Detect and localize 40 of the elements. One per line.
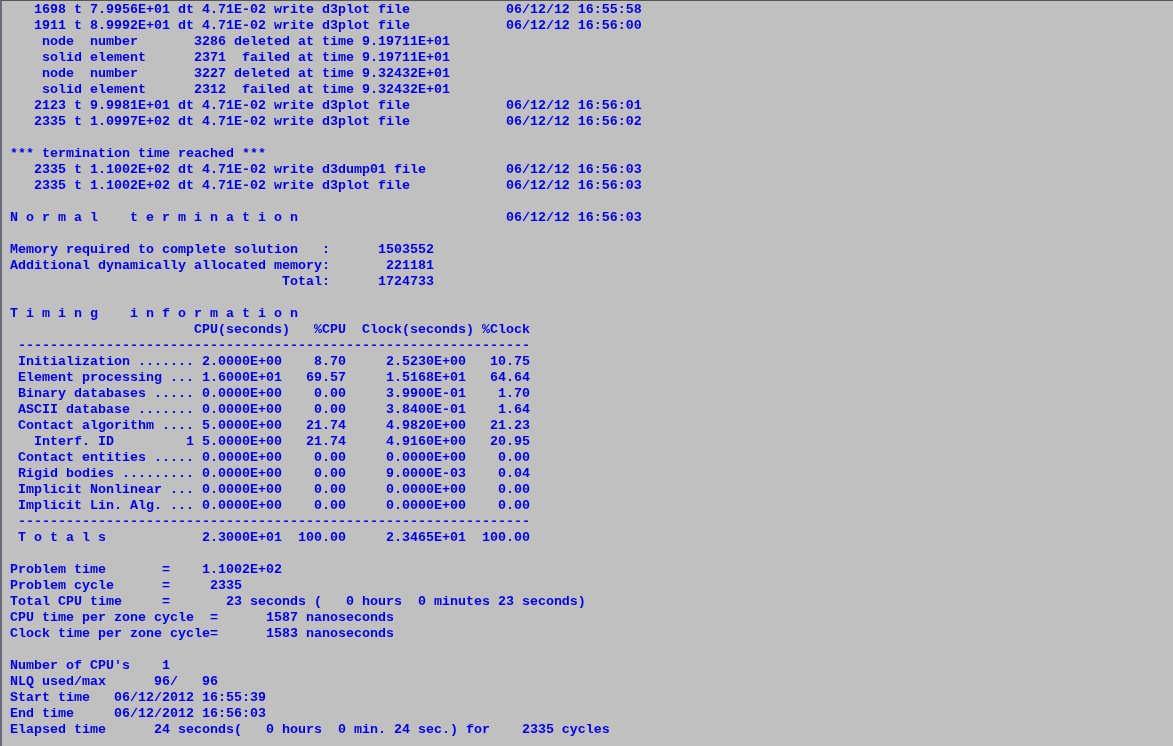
console-line: Element processing ... 1.6000E+01 69.57 1.5168E+01 64.64 <box>17 370 530 386</box>
console-line: node number 3286 deleted at time 9.19711E+01 <box>41 34 450 50</box>
console-line: CPU(seconds) %CPU Clock(seconds) %Clock <box>192 322 530 338</box>
console-line: Interf. ID 1 5.0000E+00 21.74 4.9160E+00 20.95 <box>33 434 530 450</box>
console-line: 1698 t 7.9956E+01 dt 4.71E-02 write d3plot file 06/12/12 16:55:58 <box>33 2 642 18</box>
console-line: 2335 t 1.1002E+02 dt 4.71E-02 write d3dump01 file 06/12/12 16:56:03 <box>33 162 642 178</box>
console-line: Problem time = 1.1002E+02 <box>10 562 282 578</box>
console-line: *** termination time reached *** <box>10 146 266 162</box>
console-line: Binary databases ..... 0.0000E+00 0.00 3.9900E-01 1.70 <box>17 386 530 402</box>
console-line: Rigid bodies ......... 0.0000E+00 0.00 9.0000E-03 0.04 <box>17 466 530 482</box>
console-line: 2335 t 1.1002E+02 dt 4.71E-02 write d3plot file 06/12/12 16:56:03 <box>33 178 642 194</box>
console-line: solid element 2371 failed at time 9.19711E+01 <box>41 50 450 66</box>
console-line: N o r m a l t e r m i n a t i o n 06/12/12 16:56:03 <box>10 210 642 226</box>
console-line: Implicit Lin. Alg. ... 0.0000E+00 0.00 0.0000E+00 0.00 <box>17 498 530 514</box>
console-line: Elapsed time 24 seconds( 0 hours 0 min. 24 sec.) for 2335 cycles <box>10 722 610 738</box>
console-line: Start time 06/12/2012 16:55:39 <box>10 690 266 706</box>
console-line: Total CPU time = 23 seconds ( 0 hours 0 minutes 23 seconds) <box>10 594 586 610</box>
console-line: T o t a l s 2.3000E+01 100.00 2.3465E+01 100.00 <box>17 530 530 546</box>
console-line: ---------------------------------------------------------------- <box>17 514 530 530</box>
console-line: Initialization ....... 2.0000E+00 8.70 2.5230E+00 10.75 <box>17 354 530 370</box>
console-line: Memory required to complete solution : 1503552 <box>10 242 434 258</box>
console-line: CPU time per zone cycle = 1587 nanoseconds <box>10 610 394 626</box>
console-line: solid element 2312 failed at time 9.32432E+01 <box>41 82 450 98</box>
console-line: 1911 t 8.9992E+01 dt 4.71E-02 write d3plot file 06/12/12 16:56:00 <box>33 18 642 34</box>
console-line: 2123 t 9.9981E+01 dt 4.71E-02 write d3plot file 06/12/12 16:56:01 <box>33 98 642 114</box>
console-line: NLQ used/max 96/ 96 <box>10 674 218 690</box>
console-line: Number of CPU's 1 <box>10 658 170 674</box>
console-line: 2335 t 1.0997E+02 dt 4.71E-02 write d3plot file 06/12/12 16:56:02 <box>33 114 642 130</box>
console-line: node number 3227 deleted at time 9.32432E+01 <box>41 66 450 82</box>
console-line: ASCII database ....... 0.0000E+00 0.00 3.8400E-01 1.64 <box>17 402 530 418</box>
console-line: End time 06/12/2012 16:56:03 <box>10 706 266 722</box>
console-line: T i m i n g i n f o r m a t i o n <box>10 306 298 322</box>
console-line: Problem cycle = 2335 <box>10 578 242 594</box>
console-line: ---------------------------------------------------------------- <box>17 338 530 354</box>
console-line: Total: 1724733 <box>280 274 434 290</box>
console-line: Implicit Nonlinear ... 0.0000E+00 0.00 0.0000E+00 0.00 <box>17 482 530 498</box>
console-line: Additional dynamically allocated memory: 221181 <box>10 258 434 274</box>
console-line: Contact algorithm .... 5.0000E+00 21.74 4.9820E+00 21.23 <box>17 418 530 434</box>
console-line: Clock time per zone cycle= 1583 nanoseconds <box>10 626 394 642</box>
console-line: Contact entities ..... 0.0000E+00 0.00 0.0000E+00 0.00 <box>17 450 530 466</box>
